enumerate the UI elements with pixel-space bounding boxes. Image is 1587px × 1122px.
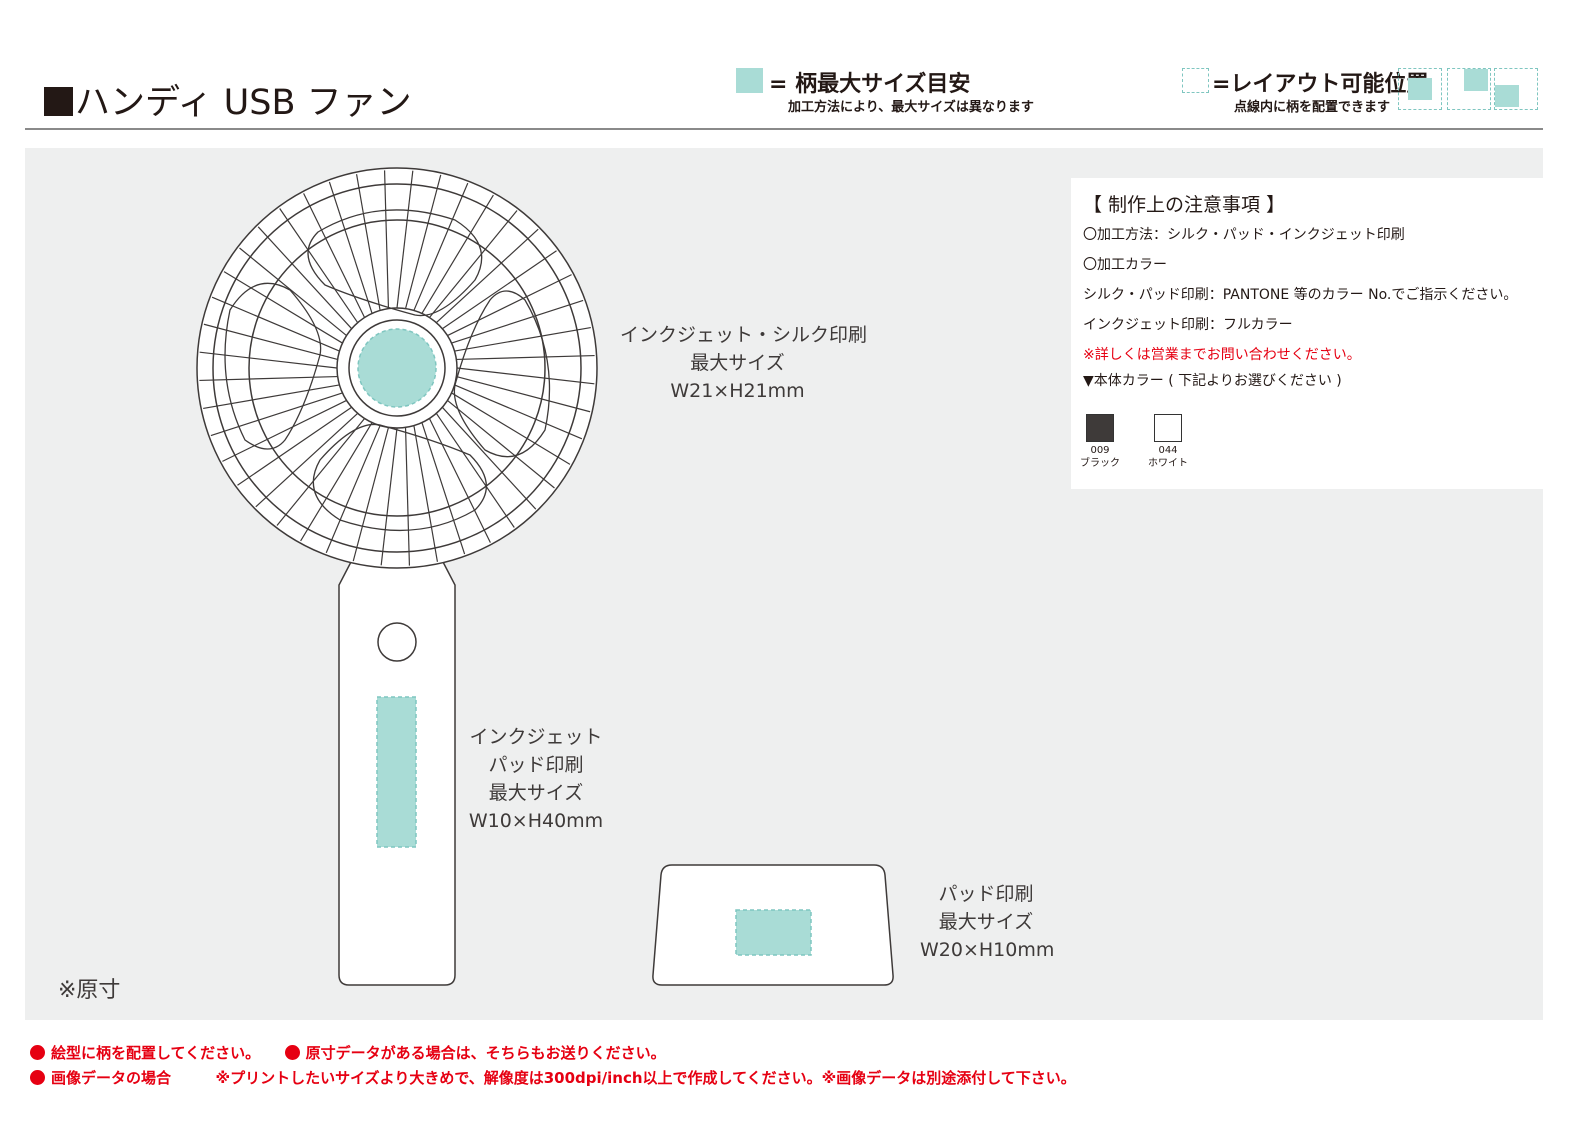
notes-heading: 【 制作上の注意事項 】 <box>1083 194 1286 216</box>
red-dot-icon <box>30 1070 45 1085</box>
handle-area-label: インクジェット パッド印刷 最大サイズ W10×H40mm <box>468 726 604 832</box>
swatch-label-black: 009 ブラック <box>1080 445 1120 469</box>
footer-line-1: 絵型に柄を配置してください。 原寸データがある場合は、そちらもお送りください。 <box>30 1042 666 1063</box>
footer-line-2: 画像データの場合 ※プリントしたいサイズより大きめで、解像度は300dpi/in… <box>30 1067 1076 1088</box>
red-dot-icon <box>284 1045 300 1060</box>
notes-silk-pad: シルク・パッド印刷：PANTONE 等のカラー No.でご指示ください。 <box>1083 287 1518 303</box>
swatch-label-white: 044 ホワイト <box>1148 445 1188 469</box>
fan-print-area <box>357 328 437 408</box>
notes-body-color: ▼本体カラー ( 下記よりお選びください ) <box>1083 373 1342 389</box>
production-notes: 【 制作上の注意事項 】 〇加工方法：シルク・パッド・インクジェット印刷 〇加工… <box>1071 178 1543 489</box>
fan-illustration <box>196 167 894 986</box>
stand-area-label: パッド印刷 最大サイズ W20×H10mm <box>920 883 1055 961</box>
notes-color-heading: 〇加工カラー <box>1083 257 1167 273</box>
fan-area-label: インクジェット・シルク印刷 最大サイズ W21×H21mm <box>620 324 868 402</box>
notes-warning: ※詳しくは営業までお問い合わせください。 <box>1083 347 1361 363</box>
handle-print-area <box>376 696 417 848</box>
stand-print-area <box>735 909 812 956</box>
notes-method: 〇加工方法：シルク・パッド・インクジェット印刷 <box>1083 227 1405 243</box>
color-swatch-white[interactable] <box>1154 414 1182 442</box>
actual-size-note: ※原寸 <box>58 978 121 1003</box>
red-dot-icon <box>30 1045 45 1060</box>
color-swatch-black[interactable] <box>1086 414 1114 442</box>
notes-inkjet: インクジェット印刷：フルカラー <box>1083 317 1293 333</box>
